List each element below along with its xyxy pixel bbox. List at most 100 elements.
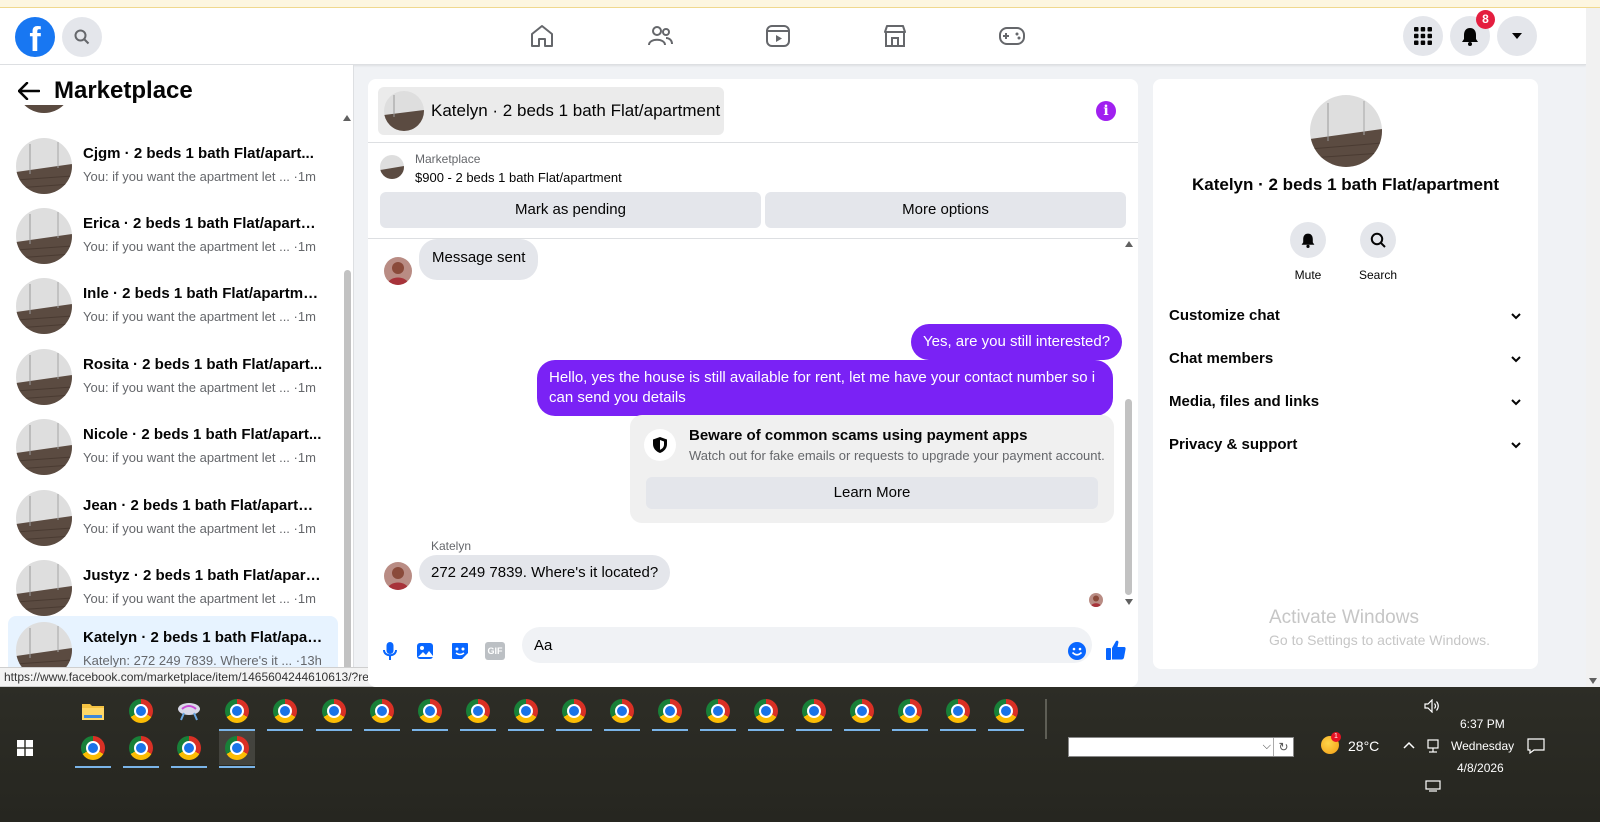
chrome-profile-icon[interactable]: [316, 694, 352, 731]
chat-members-row[interactable]: Chat members: [1169, 339, 1521, 379]
chrome-profile-icon[interactable]: [556, 694, 592, 731]
file-explorer-icon[interactable]: [75, 694, 111, 728]
nav-gaming[interactable]: [997, 22, 1027, 50]
gamepad-icon: [999, 27, 1025, 45]
search-button[interactable]: [62, 17, 102, 57]
thread-item[interactable]: Justyz · 2 beds 1 bath Flat/apart... You…: [8, 554, 338, 622]
notifications-button[interactable]: 8: [1450, 10, 1495, 56]
scroll-up-arrow-icon[interactable]: [1125, 241, 1133, 247]
scroll-up-arrow-icon[interactable]: [343, 115, 351, 121]
nav-home[interactable]: [527, 22, 557, 50]
mute-label: Mute: [1294, 268, 1322, 282]
chevron-down-icon: [1511, 296, 1521, 336]
taskbar-address-box[interactable]: ⌵ ↻: [1068, 737, 1294, 757]
page-scrollbar[interactable]: [1586, 8, 1600, 695]
chrome-icon[interactable]: [123, 694, 159, 728]
message-bubble-outgoing: Hello, yes the house is still available …: [537, 360, 1113, 416]
menu-button[interactable]: [1403, 16, 1443, 56]
chevron-up-icon[interactable]: [1403, 741, 1415, 749]
mute-action[interactable]: Mute: [1273, 222, 1343, 282]
thread-item[interactable]: Jean · 2 beds 1 bath Flat/apartm... You:…: [8, 484, 338, 552]
thread-item[interactable]: Nicole · 2 beds 1 bath Flat/apart... You…: [8, 413, 338, 481]
clock-time[interactable]: 6:37 PM: [1460, 717, 1505, 731]
scam-warning-card: Beware of common scams using payment app…: [630, 415, 1114, 523]
media-files-links-row[interactable]: Media, files and links: [1169, 382, 1521, 422]
chrome-profile-icon[interactable]: [508, 694, 544, 731]
more-options-button[interactable]: More options: [765, 192, 1126, 228]
thread-item[interactable]: Rosita · 2 beds 1 bath Flat/apart... You…: [8, 343, 338, 411]
scroll-down-arrow-icon[interactable]: [1589, 678, 1597, 684]
listing-description[interactable]: $900 - 2 beds 1 bath Flat/apartment: [415, 170, 622, 185]
thread-snippet: You: if you want the apartment let ... ·…: [83, 169, 316, 184]
chrome-profile-icon-active[interactable]: [219, 731, 255, 768]
chrome-profile-icon[interactable]: [700, 694, 736, 731]
browser-notice-strip: [0, 0, 1600, 8]
privacy-support-row[interactable]: Privacy & support: [1169, 425, 1521, 465]
chrome-profile-icon[interactable]: [844, 694, 880, 731]
learn-more-button[interactable]: Learn More: [646, 477, 1098, 509]
emoji-icon[interactable]: [1066, 640, 1088, 662]
notification-center-icon[interactable]: [1527, 738, 1545, 754]
chrome-profile-icon[interactable]: [219, 694, 255, 731]
chrome-profile-icon[interactable]: [123, 731, 159, 768]
chrome-profile-icon[interactable]: [652, 694, 688, 731]
temperature[interactable]: 28°C: [1348, 738, 1379, 754]
chrome-profile-icon[interactable]: [364, 694, 400, 731]
message-input[interactable]: [522, 627, 1092, 663]
thread-item[interactable]: Erica · 2 beds 1 bath Flat/apartm... You…: [8, 202, 338, 270]
profile-avatar[interactable]: [1310, 95, 1382, 167]
photo-icon[interactable]: [414, 640, 436, 662]
chrome-profile-icon[interactable]: [892, 694, 928, 731]
chrome-profile-icon[interactable]: [796, 694, 832, 731]
back-arrow-icon[interactable]: [18, 82, 40, 100]
message-scrollbar[interactable]: [1124, 239, 1134, 609]
mark-as-pending-button[interactable]: Mark as pending: [380, 192, 761, 228]
clock-day[interactable]: Wednesday: [1451, 739, 1514, 753]
nav-friends[interactable]: [645, 22, 675, 50]
sticker-icon[interactable]: [449, 640, 471, 662]
scroll-down-arrow-icon[interactable]: [1125, 599, 1133, 605]
device-icon[interactable]: [1425, 779, 1441, 793]
sidebar-scroll-thumb[interactable]: [344, 270, 351, 675]
thread-name: Inle · 2 beds 1 bath Flat/apartme...: [83, 285, 323, 302]
search-action[interactable]: Search: [1343, 222, 1413, 282]
gif-icon[interactable]: GIF: [484, 640, 506, 662]
chrome-profile-icon[interactable]: [604, 694, 640, 731]
chat-title-button[interactable]: Katelyn · 2 beds 1 bath Flat/apartment: [378, 87, 724, 135]
chrome-profile-icon[interactable]: [75, 731, 111, 768]
thread-item[interactable]: Cjgm · 2 beds 1 bath Flat/apart... You: …: [8, 132, 338, 200]
chrome-profile-icon[interactable]: [988, 694, 1024, 731]
chrome-profile-icon[interactable]: [171, 731, 207, 768]
thumbs-up-icon[interactable]: [1104, 638, 1128, 662]
message-scroll-thumb[interactable]: [1125, 399, 1132, 595]
microphone-icon[interactable]: [379, 640, 401, 662]
taskbar-divider: [1045, 699, 1047, 739]
speaker-icon[interactable]: [1424, 699, 1440, 713]
nav-video[interactable]: [763, 22, 793, 50]
thread-item[interactable]: Inle · 2 beds 1 bath Flat/apartme... You…: [8, 272, 338, 340]
facebook-logo[interactable]: f: [15, 17, 55, 57]
chrome-profile-icon[interactable]: [267, 694, 303, 731]
chevron-down-icon[interactable]: ⌵: [1263, 740, 1271, 753]
clock-date[interactable]: 4/8/2026: [1457, 761, 1504, 775]
chrome-profile-icon[interactable]: [412, 694, 448, 731]
mute-button[interactable]: [1290, 222, 1326, 258]
chrome-profile-icon[interactable]: [460, 694, 496, 731]
refresh-icon[interactable]: ↻: [1273, 738, 1293, 756]
chrome-profile-icon[interactable]: [748, 694, 784, 731]
app-pinned-icon[interactable]: [171, 694, 207, 728]
account-button[interactable]: [1497, 16, 1537, 56]
nav-marketplace[interactable]: [880, 22, 910, 50]
search-chat-button[interactable]: [1360, 222, 1396, 258]
thread-snippet: You: if you want the apartment let ... ·…: [83, 239, 316, 254]
customize-chat-row[interactable]: Customize chat: [1169, 296, 1521, 336]
chat-panel: Katelyn · 2 beds 1 bath Flat/apartment i…: [368, 79, 1138, 687]
sidebar-scrollbar[interactable]: [343, 113, 351, 683]
chrome-profile-icon[interactable]: [940, 694, 976, 731]
thread-name: Jean · 2 beds 1 bath Flat/apartm...: [83, 497, 323, 514]
windows-start-icon[interactable]: [17, 740, 33, 756]
network-icon[interactable]: [1426, 739, 1440, 753]
info-icon[interactable]: i: [1096, 101, 1116, 121]
listing-thumbnail[interactable]: [380, 155, 404, 179]
marketplace-sidebar: Marketplace Cjgm · 2 beds 1 bath Flat/ap…: [0, 65, 354, 687]
